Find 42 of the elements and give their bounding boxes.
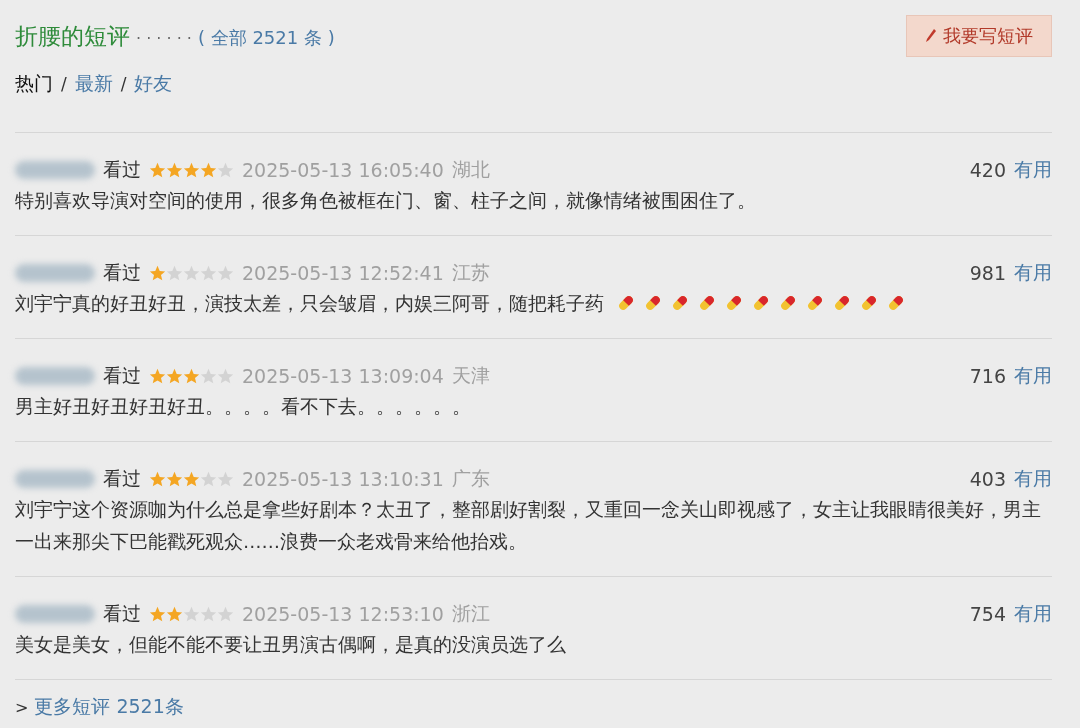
review-text: 美女是美女，但能不能不要让丑男演古偶啊，是真的没演员选了么	[15, 634, 566, 655]
sort-tab[interactable]: 最新	[74, 71, 113, 97]
tab-separator: /	[120, 74, 127, 94]
review-text: 特别喜欢导演对空间的使用，很多角色被框在门、窗、柱子之间，就像情绪被围困住了。	[15, 190, 756, 211]
watch-status: 看过	[103, 157, 141, 182]
dot-leader: · · · · · ·	[136, 28, 192, 48]
more-reviews-link[interactable]: 更多短评 2521条	[34, 694, 184, 720]
useful-link[interactable]: 有用	[1014, 466, 1052, 492]
more-arrow: >	[15, 697, 29, 717]
useful-link[interactable]: 有用	[1014, 363, 1052, 389]
total-count-link[interactable]: ( 全部 2521 条 )	[197, 25, 335, 50]
vote-count: 981	[969, 262, 1006, 284]
watch-status: 看过	[103, 601, 141, 626]
review-text: 刘宇宁这个资源咖为什么总是拿些好剧本？太丑了，整部剧好割裂，又重回一念关山即视感了，女主让我眼睛很美好，男主一出来那尖下巴能戳死观众……浪费一众老戏骨来给他抬戏。	[15, 499, 1041, 552]
review-location: 江苏	[451, 260, 490, 285]
review-location: 广东	[451, 466, 490, 491]
review-location: 湖北	[451, 157, 490, 182]
review-time: 2025-05-13 13:09:04	[242, 365, 444, 387]
sort-tab[interactable]: 好友	[134, 71, 173, 97]
review-time: 2025-05-13 13:10:31	[242, 468, 444, 490]
review-time: 2025-05-13 16:05:40	[242, 159, 444, 181]
vote-count: 716	[969, 365, 1006, 387]
watch-status: 看过	[103, 466, 141, 491]
review-text: 男主好丑好丑好丑好丑。。。。看不下去。。。。。。	[15, 396, 471, 417]
tab-separator: /	[61, 74, 67, 94]
watch-status: 看过	[103, 260, 141, 285]
pencil-icon	[925, 28, 937, 44]
useful-link[interactable]: 有用	[1014, 260, 1052, 286]
useful-link[interactable]: 有用	[1014, 157, 1052, 183]
review-location: 天津	[451, 363, 490, 388]
vote-count: 754	[969, 603, 1006, 625]
section-title: 折腰的短评	[15, 21, 130, 51]
review-time: 2025-05-13 12:52:41	[242, 262, 444, 284]
write-review-button[interactable]: 我要写短评	[906, 15, 1052, 57]
review-location: 浙江	[451, 601, 490, 626]
sort-tab[interactable]: 热门	[15, 71, 53, 97]
review-text: 刘宇宁真的好丑好丑，演技太差，只会皱眉，内娱三阿哥，随把耗子药	[15, 293, 604, 314]
vote-count: 420	[969, 159, 1006, 181]
review-time: 2025-05-13 12:53:10	[242, 603, 444, 625]
watch-status: 看过	[103, 363, 141, 388]
vote-count: 403	[969, 468, 1006, 490]
useful-link[interactable]: 有用	[1014, 601, 1052, 627]
